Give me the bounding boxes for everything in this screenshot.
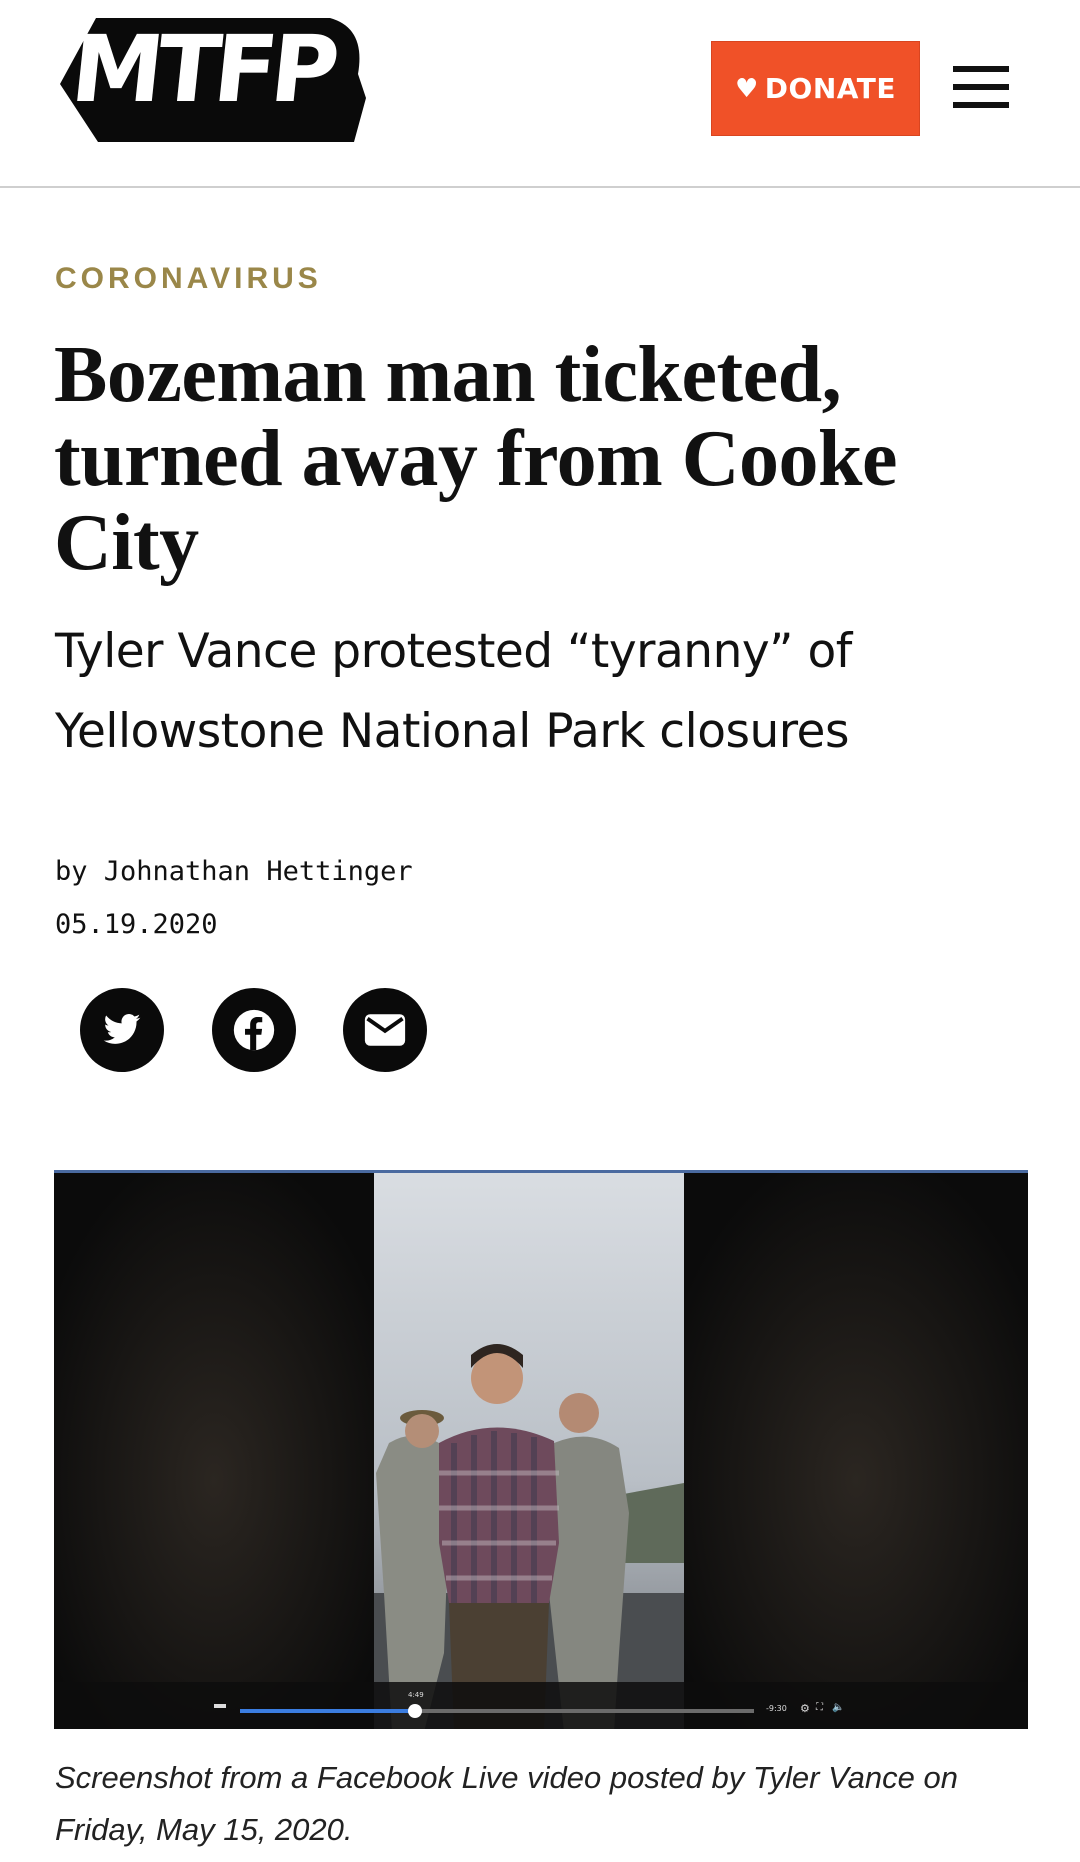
video-progress-handle[interactable] <box>407 1704 422 1718</box>
menu-bar <box>953 66 1009 72</box>
article-photo: 4:49 -9:30 ⚙ ⛶ 🔈 <box>54 1170 1028 1729</box>
share-twitter-button[interactable] <box>80 988 164 1072</box>
article-date: 05.19.2020 <box>55 909 218 940</box>
logo-text: MTFP <box>66 16 339 123</box>
video-progress-track[interactable] <box>240 1704 754 1718</box>
volume-icon[interactable]: 🔈 <box>832 1702 844 1713</box>
donate-button[interactable]: ♥ DONATE <box>711 41 920 136</box>
hamburger-menu-icon[interactable] <box>951 62 1011 112</box>
heart-icon: ♥ <box>734 73 759 104</box>
video-remaining-time: -9:30 <box>766 1704 787 1713</box>
article-category[interactable]: CORONAVIRUS <box>55 262 322 296</box>
twitter-icon <box>103 1014 141 1044</box>
donate-label: DONATE <box>764 72 896 105</box>
video-screenshot-illustration <box>54 1173 1028 1729</box>
email-icon <box>364 1014 406 1046</box>
article-headline: Bozeman man ticketed, turned away from C… <box>54 331 898 587</box>
menu-bar <box>953 84 1009 90</box>
fullscreen-icon[interactable]: ⛶ <box>816 1702 823 1713</box>
article-subhead: Tyler Vance protested “tyranny” of Yello… <box>55 624 852 759</box>
facebook-icon <box>233 1009 275 1051</box>
video-progress-fill <box>240 1709 415 1713</box>
mtfp-logo[interactable]: MTFP <box>54 14 366 150</box>
article-byline: by Johnathan Hettinger <box>55 856 413 887</box>
share-email-button[interactable] <box>343 988 427 1072</box>
menu-bar <box>953 102 1009 108</box>
video-current-time: 4:49 <box>408 1691 424 1699</box>
share-facebook-button[interactable] <box>212 988 296 1072</box>
pause-icon[interactable] <box>214 1704 226 1708</box>
site-header: MTFP ♥ DONATE <box>0 0 1080 188</box>
settings-icon[interactable]: ⚙ <box>800 1702 810 1715</box>
photo-caption: Screenshot from a Facebook Live video po… <box>55 1760 958 1847</box>
